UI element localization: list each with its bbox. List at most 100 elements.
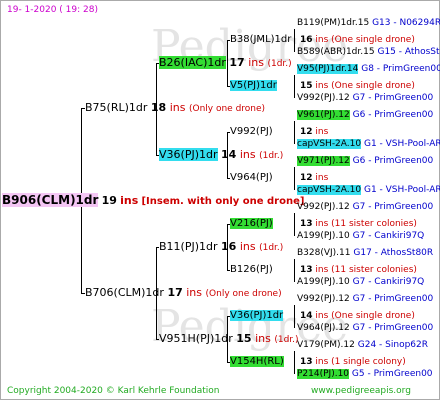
gen4-info: G5 - PrimGreen00 [351,369,433,379]
gen4-entry[interactable]: A199(PJ).10 G7 - Cankiri97Q [297,230,424,242]
gen2-node[interactable]: V951H(PJ)1dr 15 ins (1dr.) [159,333,299,346]
gen4-info: G1 - VSH-Pool-AR [363,139,440,149]
gen3-name: V216(PJ) [230,218,273,229]
gen4-entry[interactable]: V992(PJ).12 G7 - PrimGreen00 [297,201,433,213]
gen4-info: G7 - PrimGreen00 [352,294,434,304]
gen4-name: V971(PJ).12 [297,156,350,166]
dam-name: B706(CLM)1dr [85,286,164,299]
dam-node[interactable]: B706(CLM)1dr 17 ins (Only one drone) [85,287,282,300]
gen4-info: G1 - VSH-Pool-AR [363,185,440,195]
gen4-info: G7 - PrimGreen00 [352,323,434,333]
gen3-ins-info: 12 ins [300,126,328,138]
gen3-ins-info: 12 ins [300,172,328,184]
gen2-name: B26(IAC)1dr [159,56,226,69]
connector [294,121,295,144]
gen4-entry[interactable]: V992(PJ).12 G7 - PrimGreen00 [297,293,433,305]
ins-note: ins (1 single colony) [315,357,406,367]
root-comment: [Insem. with only one drone] [141,196,305,207]
gen4-entry[interactable]: V95(PJ)1dr.14 G8 - PrimGreen00 [297,63,440,75]
connector [294,351,295,374]
gen3-node[interactable]: V216(PJ) [230,218,273,230]
pedigree-panel: Pedigree Pedigree 19- 1-2020 ( 19: 28) B… [0,0,440,400]
ins-note: ins [315,127,329,137]
gen3-name: B126(PJ) [230,264,273,275]
gen4-entry[interactable]: V971(PJ).12 G6 - PrimGreen00 [297,155,433,167]
gen4-name: capVSH-2A.10 [297,185,362,195]
gen4-entry[interactable]: B328(VJ).11 G17 - AthosSt80R [297,247,433,259]
root-queen[interactable]: B906(CLM)1dr 19 ins [Insem. with only on… [2,193,305,208]
ins-count: 13 [300,357,313,367]
gen3-ins-info: 15 ins (One single drone) [300,80,415,92]
gen3-name: V992(PJ) [230,126,273,137]
gen4-entry[interactable]: V964(PJ).12 G7 - PrimGreen00 [297,322,433,334]
gen4-name: V992(PJ).12 [297,93,350,103]
gen3-node[interactable]: V36(PJ)1dr [230,310,284,322]
ins-count: 12 [300,173,313,183]
gen2-node[interactable]: V36(PJ)1dr 14 ins (1dr.) [159,148,283,162]
gen3-node[interactable]: B126(PJ) [230,264,273,276]
gen4-name: V992(PJ).12 [297,202,350,212]
gen3-ins-info: 16 ins (One single drone) [300,34,415,46]
gen4-entry[interactable]: P214(PJ).10 G5 - PrimGreen00 [297,368,433,380]
gen4-name: capVSH-2A.10 [297,139,362,149]
gen4-name: A199(PJ).10 [297,277,350,287]
gen3-node[interactable]: V5(PJ)1dr [230,80,277,92]
gen2-node[interactable]: B26(IAC)1dr 17 ins (1dr.) [159,56,292,70]
gen4-entry[interactable]: A199(PJ).10 G7 - Cankiri97Q [297,276,424,288]
ins-count: 12 [300,127,313,137]
copyright: Copyright 2004-2020 © Karl Kehrle Founda… [7,386,220,396]
connector [294,29,295,52]
gen3-name: V154H(RL) [230,356,284,367]
gen4-entry[interactable]: V179(PM).12 G24 - Sinop62R [297,339,428,351]
sire-ins-label: ins [169,101,186,114]
dam-ins-count: 17 [167,286,183,299]
gen3-node[interactable]: V154H(RL) [230,356,284,368]
gen3-name: B38(JML)1dr [230,34,292,45]
gen4-entry[interactable]: V992(PJ).12 G7 - PrimGreen00 [297,92,433,104]
gen2-note: (1dr.) [267,59,292,69]
gen4-name: V95(PJ)1dr.14 [297,64,359,74]
ins-count: 13 [300,219,313,229]
connector [294,167,295,190]
gen4-info: G6 - PrimGreen00 [352,110,434,120]
connector [294,213,295,236]
gen2-ins-count: 15 [236,332,252,345]
ins-note: ins (11 sister colonies) [315,265,417,275]
gen3-name: V964(PJ) [230,172,273,183]
gen2-note: (1dr.) [259,243,284,253]
gen2-ins-label: ins [239,148,256,161]
gen3-node[interactable]: V964(PJ) [230,172,273,184]
gen4-entry[interactable]: B589(ABR)1dr.15 G15 - AthosSt80R [297,46,440,58]
gen4-info: G7 - Cankiri97Q [352,231,425,241]
gen4-info: G24 - Sinop62R [357,340,428,350]
ins-note: ins [315,173,329,183]
gen4-entry[interactable]: capVSH-2A.10 G1 - VSH-Pool-AR [297,184,440,196]
connector [294,75,295,98]
dam-ins-label: ins [186,286,203,299]
gen4-name: B328(VJ).11 [297,248,351,258]
site-link[interactable]: www.pedigreeapis.org [311,385,411,397]
ins-count: 14 [300,311,313,321]
gen4-name: V961(PJ).12 [297,110,350,120]
gen3-ins-info: 13 ins (1 single colony) [300,356,406,368]
ins-note: ins (One single drone) [315,81,415,91]
gen2-ins-label: ins [248,56,264,69]
gen4-entry[interactable]: B119(PM)1dr.15 G13 - N06294R [297,17,440,29]
gen4-info: G13 - N06294R [372,18,440,28]
gen4-name: P214(PJ).10 [297,369,350,379]
gen3-ins-info: 13 ins (11 sister colonies) [300,218,417,230]
root-ins-label: ins [120,194,139,207]
ins-count: 15 [300,81,313,91]
connector [294,305,295,328]
gen4-entry[interactable]: capVSH-2A.10 G1 - VSH-Pool-AR [297,138,440,150]
gen4-name: B119(PM)1dr.15 [297,18,370,28]
gen4-entry[interactable]: V961(PJ).12 G6 - PrimGreen00 [297,109,433,121]
sire-node[interactable]: B75(RL)1dr 18 ins (Only one drone) [85,102,265,115]
gen4-info: G8 - PrimGreen00 [361,64,440,74]
gen3-node[interactable]: V992(PJ) [230,126,273,138]
gen3-node[interactable]: B38(JML)1dr [230,34,291,46]
gen2-name: V36(PJ)1dr [159,148,218,161]
gen2-node[interactable]: B11(PJ)1dr 16 ins (1dr.) [159,241,283,254]
ins-count: 16 [300,35,313,45]
gen4-info: G17 - AthosSt80R [353,248,434,258]
